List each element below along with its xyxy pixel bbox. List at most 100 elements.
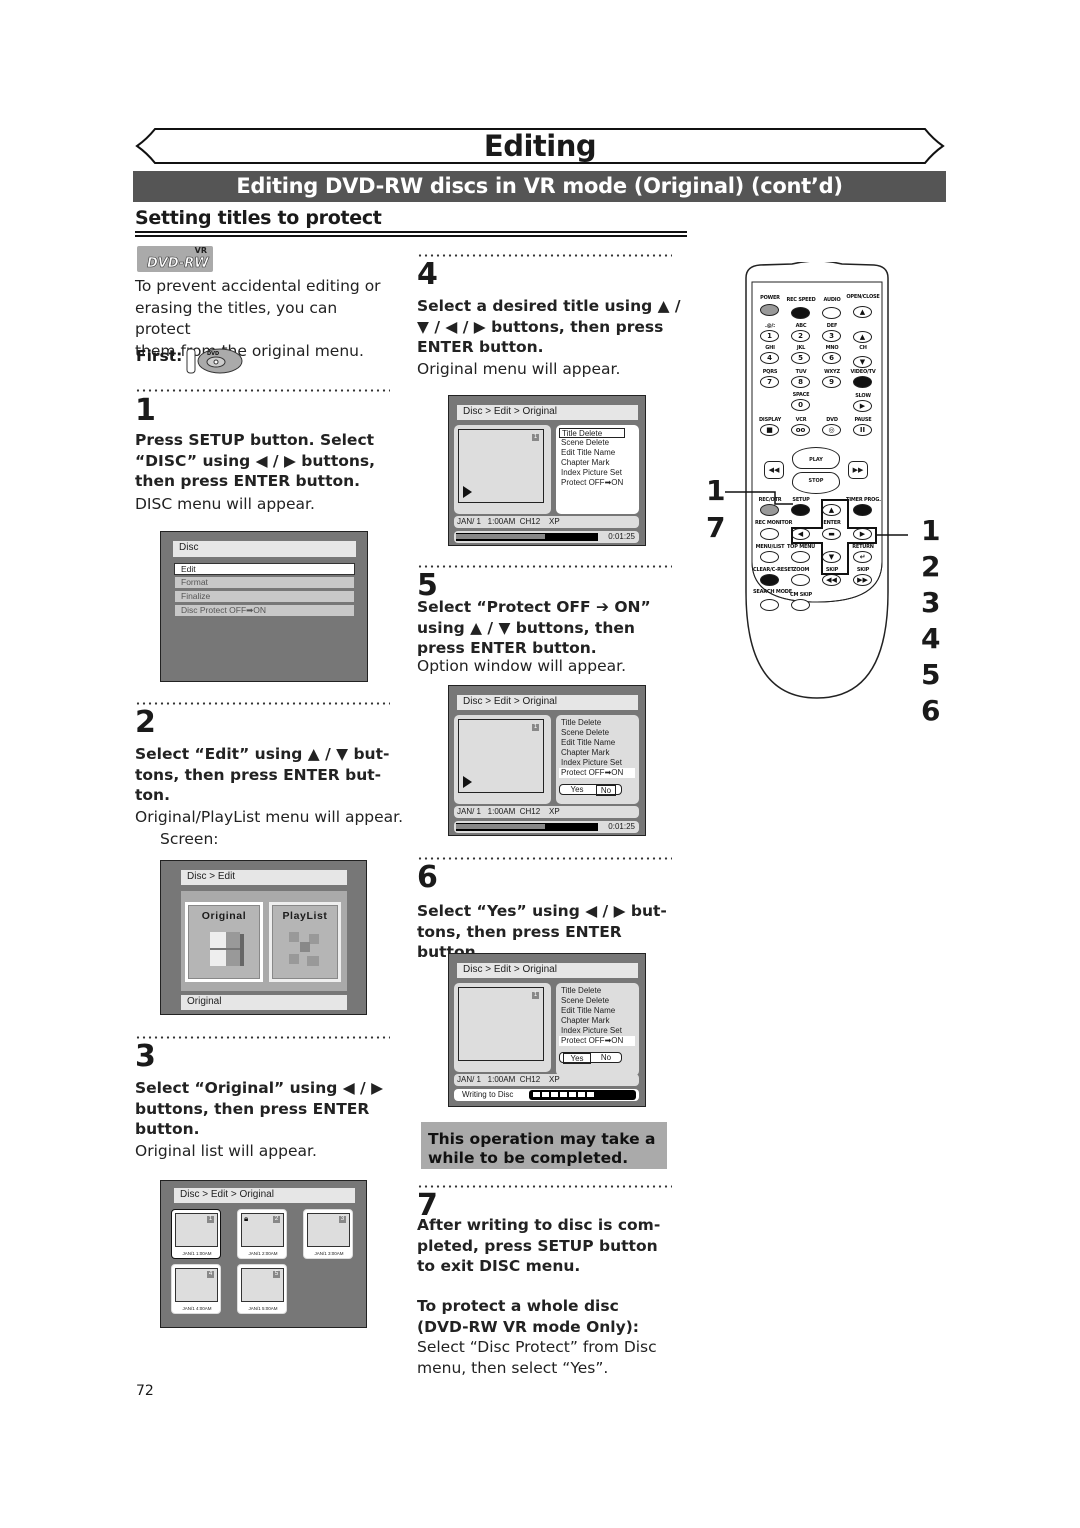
edit-option[interactable]: Title Delete: [559, 986, 635, 996]
step-5-instruction: Select “Protect OFF ➔ ON” using ▲ / ▼ bu…: [417, 597, 682, 659]
open-close-button[interactable]: ▲: [853, 306, 872, 318]
display-button[interactable]: ■: [760, 424, 779, 436]
cm-skip-button[interactable]: [791, 599, 810, 611]
menu-item-format[interactable]: Format: [175, 577, 354, 588]
yes-button[interactable]: Yes: [563, 1053, 591, 1064]
digit-6-button[interactable]: 6: [822, 352, 841, 364]
edit-option[interactable]: Protect OFF➡ON: [559, 768, 635, 778]
digit-1-button[interactable]: 1: [760, 330, 779, 342]
no-button[interactable]: No: [596, 785, 616, 796]
callout-step: 1: [921, 514, 941, 547]
progress-block: [533, 1092, 540, 1097]
stop-button[interactable]: STOP: [792, 472, 840, 494]
edit-option[interactable]: Edit Title Name: [559, 448, 635, 458]
svg-text:DVD: DVD: [207, 351, 219, 357]
menu-item-finalize[interactable]: Finalize: [175, 591, 354, 602]
clear-reset-button[interactable]: [760, 574, 779, 586]
video-tv-button[interactable]: [853, 376, 872, 388]
preview-panel: 1: [454, 983, 551, 1072]
chapter-title: Editing: [483, 129, 597, 163]
digit-8-button[interactable]: 8: [791, 376, 810, 388]
search-mode-button[interactable]: [760, 599, 779, 611]
slow-button[interactable]: ▶: [853, 400, 872, 412]
original-playlist-screen: Disc > Edit Original PlayList Original: [160, 860, 367, 1015]
rec-monitor-button[interactable]: [760, 528, 779, 540]
play-label: PLAY: [809, 457, 823, 463]
title-thumbnail[interactable]: 4 JAN/1 4:00AM: [171, 1264, 221, 1314]
title-thumbnail[interactable]: 3 JAN/1 3:00AM: [303, 1209, 353, 1259]
title-number-badge: 1: [532, 992, 539, 999]
digit-5-button[interactable]: 5: [791, 352, 810, 364]
title-thumbnail[interactable]: 1 JAN/1 1:00AM: [171, 1209, 221, 1259]
pause-button[interactable]: II: [853, 424, 872, 436]
edit-option[interactable]: Index Picture Set: [559, 1026, 635, 1036]
remote-button-label: WXYZ: [824, 369, 840, 375]
callout-step: 4: [921, 622, 941, 655]
step-1-instruction: Press SETUP button. Select “DISC” using …: [135, 430, 395, 492]
menu-item-edit[interactable]: Edit: [174, 563, 355, 575]
recording-info: JAN/ 1 1:00AM CH12 XP: [454, 516, 639, 528]
dvd-button[interactable]: ◎: [822, 424, 841, 436]
edit-options-panel: Title Delete Scene Delete Edit Title Name C…: [556, 425, 639, 514]
edit-option[interactable]: Scene Delete: [559, 996, 635, 1006]
yes-button[interactable]: Yes: [563, 785, 591, 794]
digit-0-button[interactable]: 0: [791, 399, 810, 411]
option-original[interactable]: Original: [185, 902, 263, 982]
time-bar: 0:01:25: [454, 531, 639, 543]
edit-option[interactable]: Edit Title Name: [559, 1006, 635, 1016]
digit-4-button[interactable]: 4: [760, 352, 779, 364]
instruction-line: using ▲ / ▼ buttons, then: [417, 618, 635, 637]
channel-up-button[interactable]: ▲: [853, 331, 872, 343]
digit-9-button[interactable]: 9: [822, 376, 841, 388]
menu-item-disc-protect[interactable]: Disc Protect OFF➡ON: [175, 605, 354, 616]
edit-option[interactable]: Title Delete: [559, 718, 635, 728]
vcr-button[interactable]: oo: [791, 424, 810, 436]
instruction-line: to exit DISC menu.: [417, 1257, 581, 1275]
play-button[interactable]: PLAY: [792, 447, 840, 469]
edit-option[interactable]: Scene Delete: [559, 728, 635, 738]
power-button[interactable]: [760, 304, 779, 316]
title-time: 4:00AM: [196, 1306, 212, 1311]
option-label: PlayList: [282, 910, 328, 922]
edit-option[interactable]: Index Picture Set: [559, 468, 635, 478]
edit-option[interactable]: Scene Delete: [559, 438, 635, 448]
option-playlist[interactable]: PlayList: [269, 902, 341, 982]
title-thumbnail[interactable]: 5 JAN/1 5:00AM: [237, 1264, 287, 1314]
callout-line-setup: [725, 491, 793, 505]
no-button[interactable]: No: [596, 1053, 616, 1062]
progress-block: [587, 1092, 594, 1097]
edit-option[interactable]: Index Picture Set: [559, 758, 635, 768]
digit-2-button[interactable]: 2: [791, 330, 810, 342]
rec-speed-button[interactable]: [791, 307, 810, 319]
edit-option[interactable]: Chapter Mark: [559, 458, 635, 468]
instruction-line: Select “Original” using ◀ / ▶: [135, 1079, 384, 1097]
yes-no-dialog: Yes No: [559, 1052, 622, 1064]
instruction-line: tons, then press ENTER but-: [135, 765, 382, 784]
audio-button[interactable]: [822, 307, 841, 319]
title-thumbnail[interactable]: 2 🔒︎ JAN/1 2:00AM: [237, 1209, 287, 1259]
edit-option[interactable]: Chapter Mark: [559, 748, 635, 758]
progress-fill: [456, 824, 545, 829]
instruction-line: ▼ / ◀ / ▶ buttons, then press: [417, 317, 664, 336]
channel-down-button[interactable]: ▼: [853, 356, 872, 368]
digit-3-button[interactable]: 3: [822, 330, 841, 342]
edit-option[interactable]: Chapter Mark: [559, 1016, 635, 1026]
callout-step: 2: [921, 550, 941, 583]
edit-option[interactable]: Title Delete: [559, 428, 625, 438]
menu-list-button[interactable]: [760, 551, 779, 563]
digit-7-button[interactable]: 7: [760, 376, 779, 388]
remote-button-label: CLEAR/C-RESET: [753, 567, 794, 573]
edit-option[interactable]: Edit Title Name: [559, 738, 635, 748]
fast-forward-button[interactable]: ▶▶: [848, 461, 868, 479]
edit-option[interactable]: Protect OFF➡ON: [559, 1036, 635, 1046]
progress-track[interactable]: [456, 533, 598, 541]
rewind-button[interactable]: ◀◀: [764, 461, 784, 479]
edit-menu-screen-step4: Disc > Edit > Original 1 Title Delete Scene…: [448, 395, 646, 546]
progress-track[interactable]: [456, 823, 598, 831]
preview-thumbnail: 1: [458, 719, 544, 793]
playlist-cubes-icon: [289, 932, 319, 966]
step-number: 1: [135, 393, 156, 428]
note-line: This operation may take a: [428, 1130, 656, 1148]
edit-option[interactable]: Protect OFF➡ON: [559, 478, 635, 488]
step-4-result: Original menu will appear.: [417, 360, 621, 378]
